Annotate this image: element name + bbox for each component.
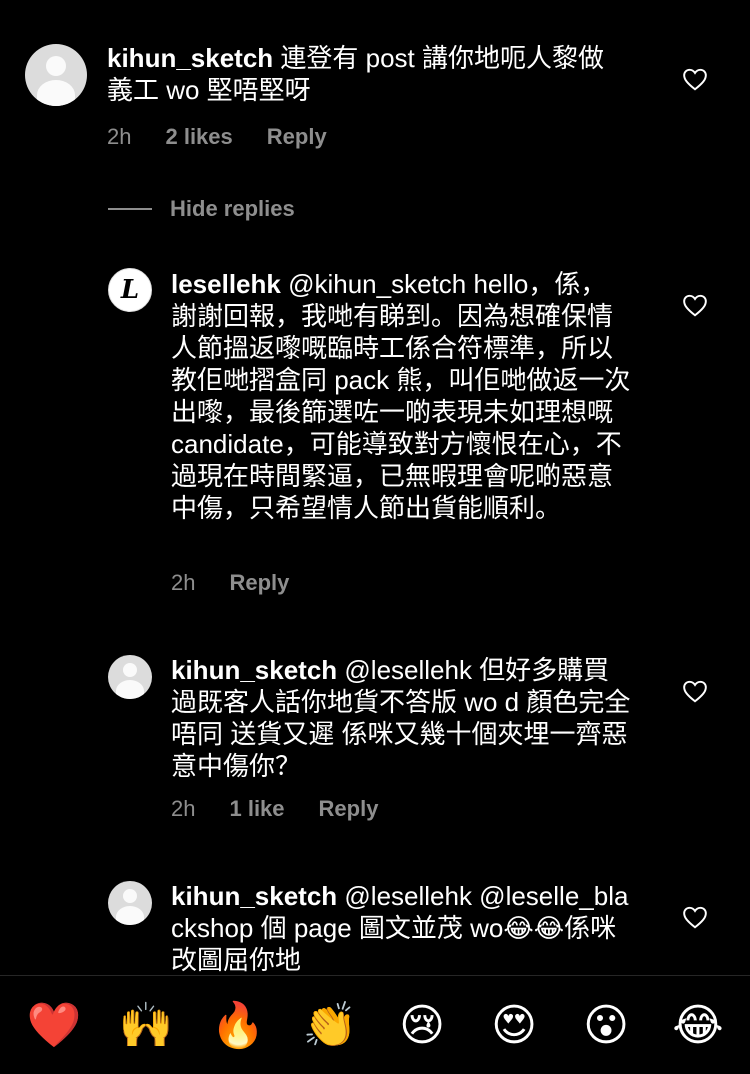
clapping-emoji-button[interactable]: 👏 bbox=[302, 998, 358, 1054]
surprised-emoji-button[interactable]: 😮 bbox=[578, 998, 634, 1054]
comment-4: kihun_sketch @lesellehk @leselle_blacksh… bbox=[0, 0, 750, 975]
comment-text: kihun_sketch @lesellehk @leselle_blacksh… bbox=[171, 880, 631, 975]
fire-emoji-button[interactable]: 🔥 bbox=[210, 998, 266, 1054]
laughing-emoji-button[interactable]: 😂 bbox=[670, 998, 726, 1054]
heart-emoji-button[interactable]: ❤️ bbox=[26, 998, 82, 1054]
raising-hands-emoji-button[interactable]: 🙌 bbox=[118, 998, 174, 1054]
username[interactable]: kihun_sketch bbox=[171, 881, 337, 911]
emoji-quick-bar: ❤️ 🙌 🔥 👏 😢 😍 😮 😂 bbox=[0, 976, 750, 1074]
heart-icon[interactable] bbox=[682, 905, 708, 929]
crying-emoji-button[interactable]: 😢 bbox=[394, 998, 450, 1054]
heart-eyes-emoji-button[interactable]: 😍 bbox=[486, 998, 542, 1054]
avatar[interactable] bbox=[108, 881, 152, 925]
